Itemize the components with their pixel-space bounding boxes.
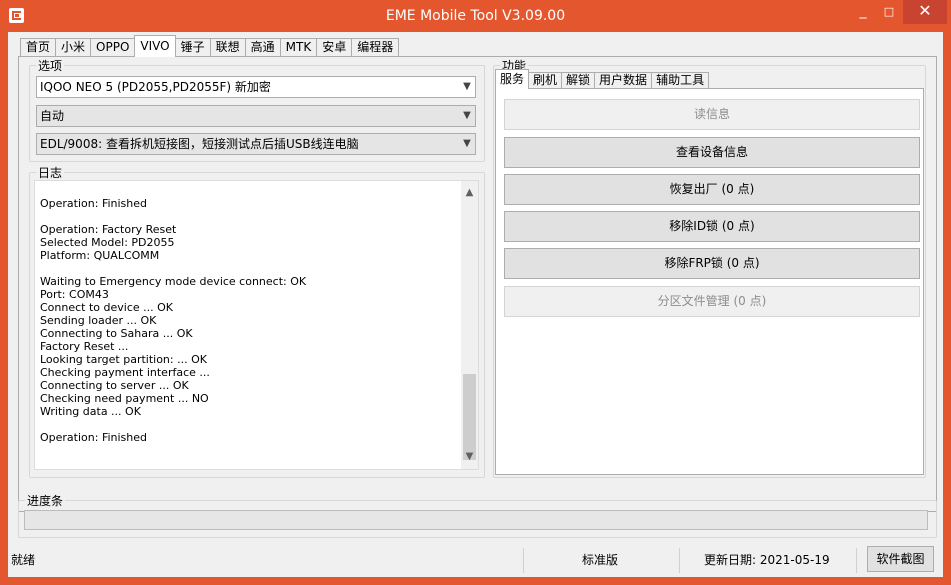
tab-android[interactable]: 安卓 — [316, 38, 353, 57]
chevron-down-icon[interactable]: ▼ — [459, 106, 475, 126]
log-text: Operation: Finished Operation: Factory R… — [40, 197, 307, 444]
status-state: 就绪 — [11, 553, 36, 567]
service-panel: 读信息 查看设备信息 恢复出厂 (0 点) 移除ID锁 (0 点) 移除FRP锁… — [495, 88, 924, 475]
status-divider — [523, 548, 524, 573]
progress-bar — [24, 510, 928, 530]
tab-xiaomi[interactable]: 小米 — [55, 38, 92, 57]
function-tabs: 服务 刷机 解锁 用户数据 辅助工具 — [495, 69, 710, 89]
tab-user-data[interactable]: 用户数据 — [594, 72, 653, 89]
tab-unlock[interactable]: 解锁 — [561, 72, 596, 89]
title-bar[interactable]: EME Mobile Tool V3.09.00 _ □ ✕ — [0, 0, 951, 32]
client-area: 首页 小米 OPPO VIVO 锤子 联想 高通 MTK 安卓 编程器 选项 I… — [8, 32, 943, 577]
tab-lenovo[interactable]: 联想 — [209, 38, 246, 57]
status-divider — [856, 548, 857, 573]
brand-tabs: 首页 小米 OPPO VIVO 锤子 联想 高通 MTK 安卓 编程器 — [20, 35, 400, 57]
remove-id-lock-button[interactable]: 移除ID锁 (0 点) — [504, 211, 920, 242]
tab-service[interactable]: 服务 — [495, 69, 530, 89]
scroll-down-arrow-icon[interactable]: ▼ — [461, 448, 478, 465]
remove-frp-lock-button[interactable]: 移除FRP锁 (0 点) — [504, 248, 920, 279]
options-group-label: 选项 — [36, 57, 65, 74]
tab-smartisan[interactable]: 锤子 — [174, 38, 211, 57]
connection-method-select[interactable]: EDL/9008: 查看拆机短接图，短接测试点后插USB线连电脑 ▼ — [36, 133, 476, 155]
mode-select[interactable]: 自动 ▼ — [36, 105, 476, 127]
log-scrollbar[interactable]: ▲ ▼ — [461, 181, 478, 469]
mode-select-value: 自动 — [40, 109, 65, 123]
tab-vivo[interactable]: VIVO — [134, 35, 176, 57]
read-info-button[interactable]: 读信息 — [504, 99, 920, 130]
log-output[interactable]: Operation: Finished Operation: Factory R… — [34, 180, 479, 470]
functions-group: 功能 服务 刷机 解锁 用户数据 辅助工具 读信息 查看设备信息 恢复出厂 (0… — [493, 57, 926, 478]
options-group: 选项 IQOO NEO 5 (PD2055,PD2055F) 新加密 ▼ 自动 … — [29, 57, 485, 162]
minimize-button[interactable]: _ — [851, 0, 875, 24]
status-update-date: 更新日期: 2021-05-19 — [704, 553, 830, 567]
model-select[interactable]: IQOO NEO 5 (PD2055,PD2055F) 新加密 ▼ — [36, 76, 476, 98]
status-edition: 标准版 — [582, 553, 619, 567]
app-window: EME Mobile Tool V3.09.00 _ □ ✕ 首页 小米 OPP… — [0, 0, 951, 585]
status-bar: 就绪 标准版 更新日期: 2021-05-19 软件截图 — [8, 546, 943, 577]
partition-manager-button[interactable]: 分区文件管理 (0 点) — [504, 286, 920, 317]
view-device-info-button[interactable]: 查看设备信息 — [504, 137, 920, 168]
progress-group-label: 进度条 — [25, 492, 66, 509]
tab-programmer[interactable]: 编程器 — [351, 38, 400, 57]
chevron-down-icon[interactable]: ▼ — [459, 77, 475, 97]
log-group: 日志 Operation: Finished Operation: Factor… — [29, 164, 485, 478]
tab-flash[interactable]: 刷机 — [528, 72, 563, 89]
tab-helper-tools[interactable]: 辅助工具 — [651, 72, 710, 89]
tab-home[interactable]: 首页 — [20, 38, 57, 57]
close-button[interactable]: ✕ — [903, 0, 947, 24]
factory-reset-button[interactable]: 恢复出厂 (0 点) — [504, 174, 920, 205]
tab-mtk[interactable]: MTK — [279, 38, 318, 57]
maximize-button[interactable]: □ — [877, 0, 901, 24]
status-divider — [679, 548, 680, 573]
model-select-value: IQOO NEO 5 (PD2055,PD2055F) 新加密 — [40, 80, 271, 94]
software-screenshot-button[interactable]: 软件截图 — [867, 546, 934, 572]
window-title: EME Mobile Tool V3.09.00 — [385, 8, 566, 24]
tab-oppo[interactable]: OPPO — [90, 38, 136, 57]
vivo-tab-panel: 选项 IQOO NEO 5 (PD2055,PD2055F) 新加密 ▼ 自动 … — [18, 56, 937, 512]
tab-qualcomm[interactable]: 高通 — [244, 38, 281, 57]
scroll-up-arrow-icon[interactable]: ▲ — [461, 184, 478, 201]
log-group-label: 日志 — [36, 164, 65, 181]
chevron-down-icon[interactable]: ▼ — [459, 134, 475, 154]
connection-method-value: EDL/9008: 查看拆机短接图，短接测试点后插USB线连电脑 — [40, 137, 359, 151]
